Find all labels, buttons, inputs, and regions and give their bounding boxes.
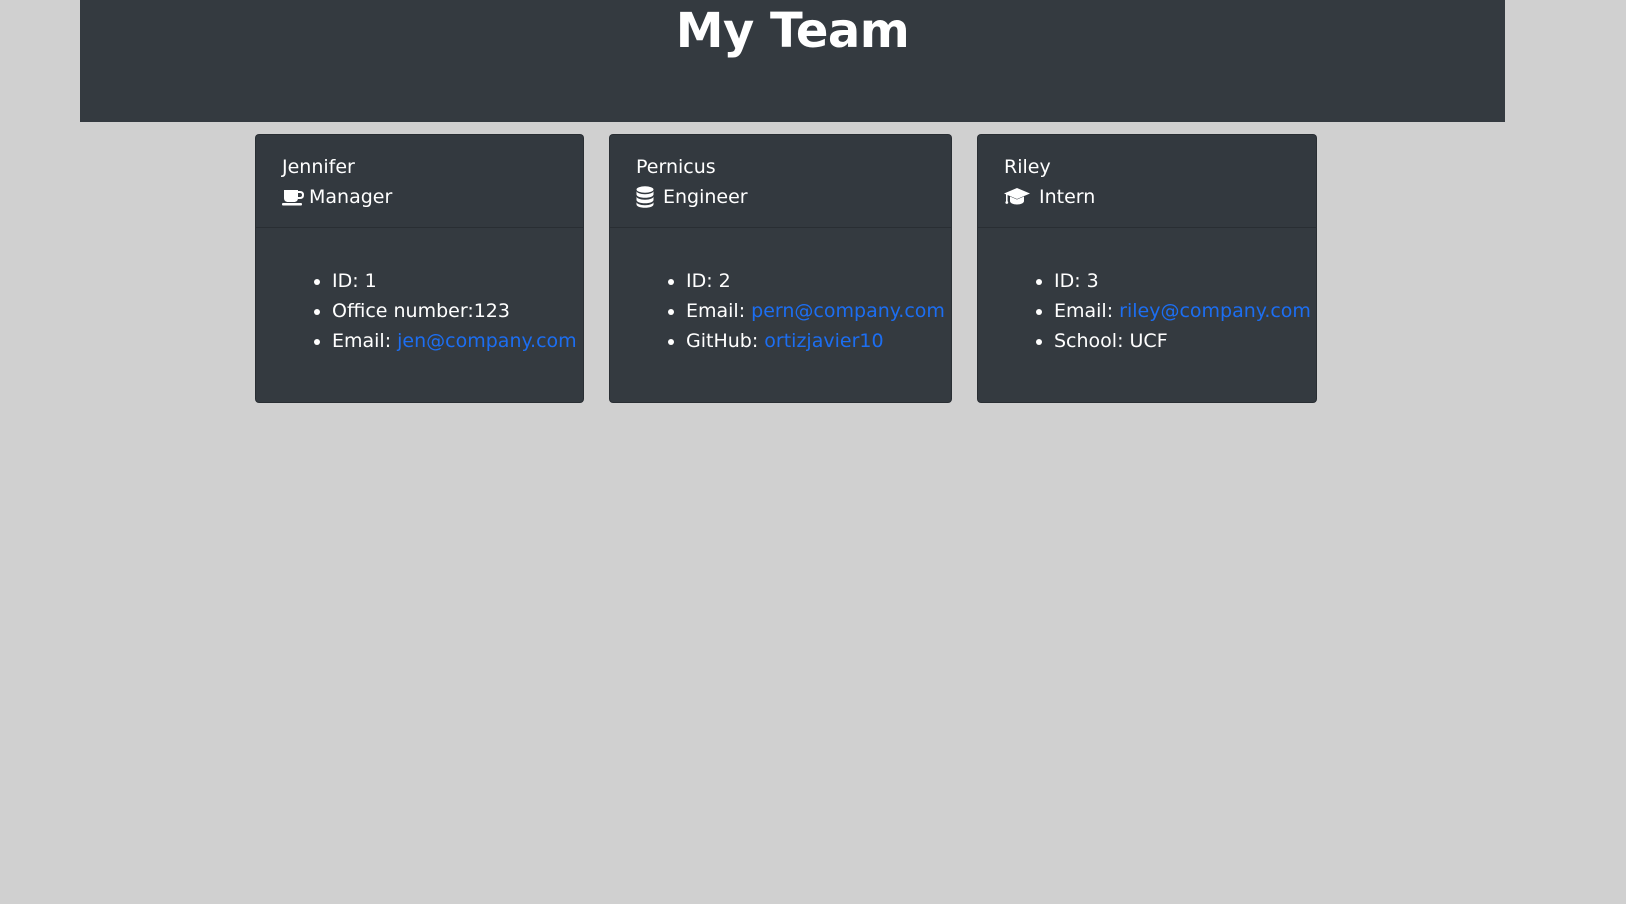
card-header: Pernicus Engineer xyxy=(610,135,951,228)
employee-name: Pernicus xyxy=(636,156,716,178)
role-label: Manager xyxy=(309,186,393,208)
coffee-mug-icon xyxy=(282,186,304,208)
card-body: ID: 2 Email: pern@company.com GitHub: or… xyxy=(610,228,951,356)
list-item: Email: jen@company.com xyxy=(332,326,577,356)
email-link[interactable]: jen@company.com xyxy=(397,330,577,352)
list-item: Email: riley@company.com xyxy=(1054,296,1311,326)
employee-role: Engineer xyxy=(636,182,925,212)
detail-label: Email: xyxy=(1054,300,1120,322)
list-item: ID: 2 xyxy=(686,266,925,296)
card-header: Jennifer Manager xyxy=(256,135,583,228)
detail-label: Email: xyxy=(332,330,398,352)
detail-text: ID: 3 xyxy=(1054,270,1099,292)
card-body: ID: 3 Email: riley@company.com School: U… xyxy=(978,228,1316,356)
list-item: School: UCF xyxy=(1054,326,1290,356)
email-link[interactable]: riley@company.com xyxy=(1119,300,1311,322)
employee-role: Intern xyxy=(1004,182,1290,212)
employee-name: Riley xyxy=(1004,156,1051,178)
detail-text: School: UCF xyxy=(1054,330,1168,352)
detail-text: ID: 2 xyxy=(686,270,731,292)
detail-label: GitHub: xyxy=(686,330,765,352)
github-link[interactable]: ortizjavier10 xyxy=(764,330,883,352)
list-item: Email: pern@company.com xyxy=(686,296,945,326)
graduation-cap-icon xyxy=(1004,186,1034,208)
role-label: Intern xyxy=(1039,186,1096,208)
card-body: ID: 1 Office number:123 Email: jen@compa… xyxy=(256,228,583,356)
database-icon xyxy=(636,186,658,208)
detail-label: Email: xyxy=(686,300,752,322)
detail-text: ID: 1 xyxy=(332,270,377,292)
employee-details-list: ID: 2 Email: pern@company.com GitHub: or… xyxy=(636,266,945,356)
page-title: My Team xyxy=(675,3,910,59)
employee-card-manager: Jennifer Manager ID: 1 Office number:123… xyxy=(255,134,584,403)
role-label: Engineer xyxy=(663,186,748,208)
list-item: GitHub: ortizjavier10 xyxy=(686,326,925,356)
email-link[interactable]: pern@company.com xyxy=(751,300,945,322)
list-item: ID: 1 xyxy=(332,266,557,296)
employee-card-intern: Riley Intern ID: 3 Email: riley@company.… xyxy=(977,134,1317,403)
employee-card-engineer: Pernicus Engineer ID: 2 Email: pern@comp… xyxy=(609,134,952,403)
detail-text: Office number:123 xyxy=(332,300,510,322)
page-header: My Team xyxy=(80,0,1505,122)
employee-details-list: ID: 1 Office number:123 Email: jen@compa… xyxy=(282,266,577,356)
list-item: Office number:123 xyxy=(332,296,557,326)
employee-role: Manager xyxy=(282,182,557,212)
employee-details-list: ID: 3 Email: riley@company.com School: U… xyxy=(1004,266,1311,356)
card-header: Riley Intern xyxy=(978,135,1316,228)
list-item: ID: 3 xyxy=(1054,266,1290,296)
employee-name: Jennifer xyxy=(282,156,355,178)
